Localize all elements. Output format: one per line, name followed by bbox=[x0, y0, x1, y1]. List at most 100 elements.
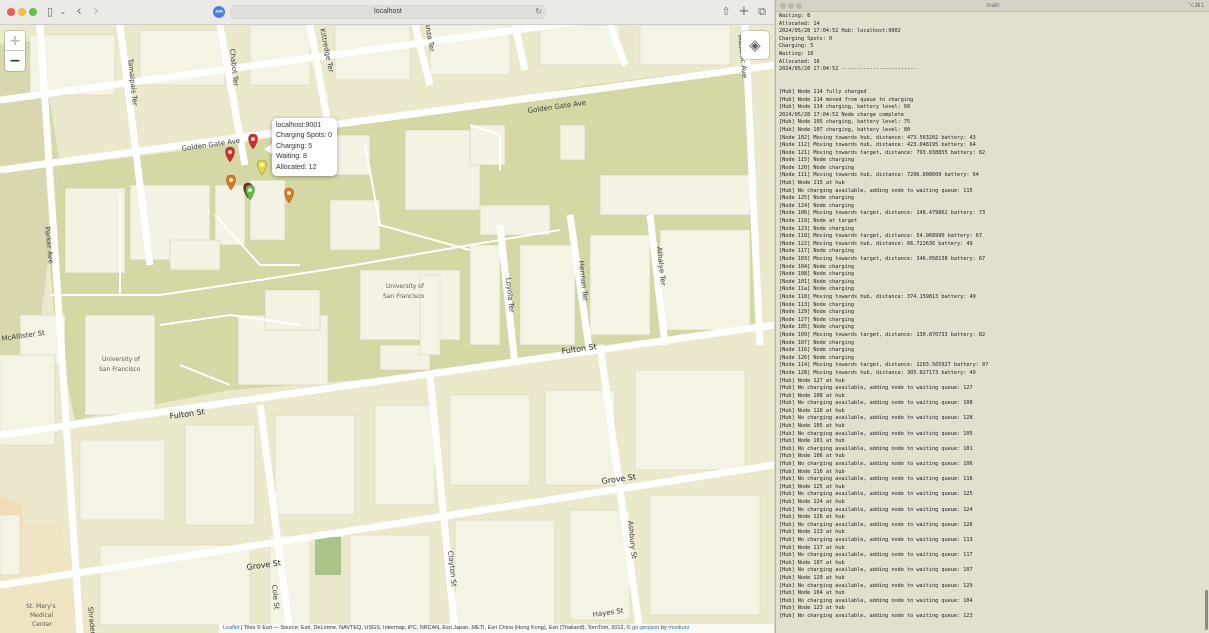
terminal-line: [Node 102] Moving towards hub, distance:… bbox=[779, 134, 976, 141]
terminal-line: [Hub] No charging available, adding node… bbox=[779, 491, 973, 498]
terminal-line: [Hub] Node 116 at hub bbox=[779, 468, 845, 475]
terminal-line: [Node 104] Node charging bbox=[779, 263, 854, 270]
terminal-line: [Node 118] Moving towards hub, distance:… bbox=[779, 293, 976, 300]
browser-window: ▯ ⌄ ‹ › API localhost ↻ ⇧ + ⧉ Golden Gat… bbox=[0, 0, 774, 633]
attribution-by: by bbox=[659, 625, 669, 631]
zoom-in-button[interactable]: + bbox=[5, 31, 25, 51]
terminal-line: [Hub] Node 127 at hub bbox=[779, 377, 845, 384]
tab-overview-icon[interactable]: ⧉ bbox=[756, 4, 768, 20]
terminal-scrollbar[interactable] bbox=[1205, 590, 1208, 630]
map-attribution: Leaflet | Tiles © Esri — Source: Esri, D… bbox=[219, 624, 774, 633]
terminal-line: Charging: 5 bbox=[779, 43, 814, 50]
terminal-line: Charging Spots: 0 bbox=[779, 35, 833, 42]
terminal-line: [Hub] Node 107 at hub bbox=[779, 559, 845, 566]
terminal-line: [Node 105] Node charging bbox=[779, 324, 854, 331]
terminal-line: [Hub] Node 123 at hub bbox=[779, 605, 845, 612]
maximize-window-button[interactable] bbox=[29, 8, 37, 16]
terminal-line: [Hub] Node 128 at hub bbox=[779, 407, 845, 414]
terminal-line: [Hub] Node 115 at hub bbox=[779, 180, 845, 187]
sidebar-toggle-icon[interactable]: ▯ bbox=[43, 4, 57, 20]
terminal-line: [Hub] Node 107 charging, battery level: … bbox=[779, 126, 911, 133]
terminal-line: [Node 107] Node charging bbox=[779, 339, 854, 346]
terminal-line: [Node 112] Moving towards hub, distance:… bbox=[779, 142, 976, 149]
terminal-line: [Hub] Node 124 at hub bbox=[779, 499, 845, 505]
popup-waiting: Waiting: 8 bbox=[276, 153, 307, 161]
terminal-line: Waiting: 10 bbox=[779, 50, 814, 57]
forward-button[interactable]: › bbox=[91, 4, 101, 20]
close-window-button[interactable] bbox=[7, 8, 15, 16]
map-tiles: Golden Gate Ave Golden Gate Ave Fulton S… bbox=[0, 25, 774, 633]
terminal-line: [Node 129] Node charging bbox=[779, 309, 854, 316]
poi-usf-main-l2: San Francisco bbox=[383, 293, 425, 300]
terminal-line: [Hub] Node 114 charging, battery level: … bbox=[779, 104, 911, 111]
terminal-line: [Hub] Node 113 at hub bbox=[779, 529, 845, 536]
poi-usf-lone-l2: San Francisco bbox=[99, 366, 141, 373]
hub-popup: localhost:9001 Charging Spots: 0 Chargin… bbox=[272, 118, 337, 176]
terminal-line: [Hub] Node 101 at hub bbox=[779, 438, 845, 445]
address-bar[interactable]: localhost ↻ bbox=[230, 5, 546, 19]
terminal-line: [Hub] Node 125 at hub bbox=[779, 483, 845, 490]
terminal-line: [Node 122] Moving towards hub, distance:… bbox=[779, 240, 973, 247]
terminal-line: [Node 120] Node charging bbox=[779, 164, 854, 171]
site-badge-icon[interactable]: API bbox=[213, 6, 225, 18]
minimize-window-button[interactable] bbox=[18, 8, 26, 16]
terminal-window: main ⌥⌘1 Waiting: 8 Allocated: 14 2024/05/… bbox=[775, 0, 1209, 633]
back-button[interactable]: ‹ bbox=[74, 4, 84, 20]
attribution-text: | Tiles © Esri — Source: Esri, DeLorme, … bbox=[239, 625, 633, 631]
terminal-line: [Node 11a] Node charging bbox=[779, 286, 854, 293]
terminal-shortcut: ⌥⌘1 bbox=[1187, 3, 1204, 9]
terminal-line: [Hub] Node 105 charging, battery level: … bbox=[779, 119, 911, 126]
layers-icon[interactable]: ◈ bbox=[741, 31, 769, 59]
terminal-output[interactable]: Waiting: 8 Allocated: 14 2024/05/28 17:04:… bbox=[779, 13, 1207, 633]
reload-icon[interactable]: ↻ bbox=[535, 5, 542, 19]
poi-usf-lone-l1: University of bbox=[102, 356, 141, 363]
author-link[interactable]: monkuni bbox=[668, 625, 689, 631]
terminal-line: [Hub] No charging available, adding node… bbox=[779, 187, 973, 194]
share-icon[interactable]: ⇧ bbox=[720, 4, 732, 20]
terminal-line: [Node 114] Moving towards target, distan… bbox=[779, 362, 989, 369]
terminal-line: 2024/05/28 17:04:52 Node charge complete bbox=[779, 111, 904, 118]
terminal-line: [Hub] No charging available, adding node… bbox=[779, 461, 973, 468]
terminal-line: [Node 126] Node charging bbox=[779, 354, 854, 361]
terminal-line: [Hub] No charging available, adding node… bbox=[779, 445, 973, 452]
terminal-line: 2024/05/28 17:04:52 Hub: localhost:9002 bbox=[779, 28, 901, 35]
terminal-line: [Node 123] Node charging bbox=[779, 225, 854, 232]
terminal-line: Allocated: 10 bbox=[779, 58, 820, 65]
terminal-line: [Node 103] Moving towards target, distan… bbox=[779, 256, 986, 262]
map-view[interactable]: Golden Gate Ave Golden Gate Ave Fulton S… bbox=[0, 25, 774, 633]
terminal-line: [Hub] No charging available, adding node… bbox=[779, 476, 973, 483]
zoom-out-button[interactable]: − bbox=[5, 51, 25, 71]
popup-charging: Charging: 5 bbox=[276, 142, 313, 150]
geojson-link[interactable]: go-geojson bbox=[632, 625, 659, 631]
terminal-line: [Hub] No charging available, adding node… bbox=[779, 567, 973, 574]
terminal-line: [Hub] Node 126 at hub bbox=[779, 514, 845, 521]
terminal-line: [Node 115] Node charging bbox=[779, 157, 854, 164]
terminal-line: [Hub] Node 114 moved from queue to charg… bbox=[779, 96, 914, 103]
terminal-line: [Node 124] Node charging bbox=[779, 202, 854, 209]
terminal-line: [Hub] Node 106 at hub bbox=[779, 453, 845, 460]
popup-charging-spots: Charging Spots: 0 bbox=[276, 132, 333, 140]
terminal-line: [Node 101] Node charging bbox=[779, 278, 854, 285]
terminal-line: [Hub] Node 129 at hub bbox=[779, 574, 845, 581]
chevron-down-icon[interactable]: ⌄ bbox=[59, 4, 67, 20]
terminal-line: Waiting: 8 bbox=[779, 13, 811, 19]
popup-allocated: Allocated: 12 bbox=[276, 163, 317, 171]
zoom-control: + − bbox=[5, 31, 25, 71]
terminal-line: [Node 119] Node at target bbox=[779, 218, 858, 225]
terminal-line: [Hub] Node 104 at hub bbox=[779, 590, 845, 597]
new-tab-icon[interactable]: + bbox=[738, 4, 750, 20]
terminal-line: [Node 118] Moving towards target, distan… bbox=[779, 233, 983, 240]
terminal-line: [Node 113] Node charging bbox=[779, 301, 854, 308]
terminal-line: [Node 106] Moving towards target, distan… bbox=[779, 210, 986, 217]
terminal-line: [Node 109] Moving towards target, distan… bbox=[779, 331, 986, 338]
terminal-line: [Hub] No charging available, adding node… bbox=[779, 415, 973, 422]
leaflet-link[interactable]: Leaflet bbox=[223, 625, 240, 631]
terminal-line: Allocated: 14 bbox=[779, 20, 820, 27]
terminal-line: [Hub] Node 114 fully charged bbox=[779, 88, 867, 95]
browser-toolbar: ▯ ⌄ ‹ › API localhost ↻ ⇧ + ⧉ bbox=[0, 0, 774, 25]
terminal-line: [Hub] No charging available, adding node… bbox=[779, 552, 973, 559]
terminal-line: [Node 108] Node charging bbox=[779, 271, 854, 278]
address-text[interactable]: localhost bbox=[230, 5, 546, 19]
